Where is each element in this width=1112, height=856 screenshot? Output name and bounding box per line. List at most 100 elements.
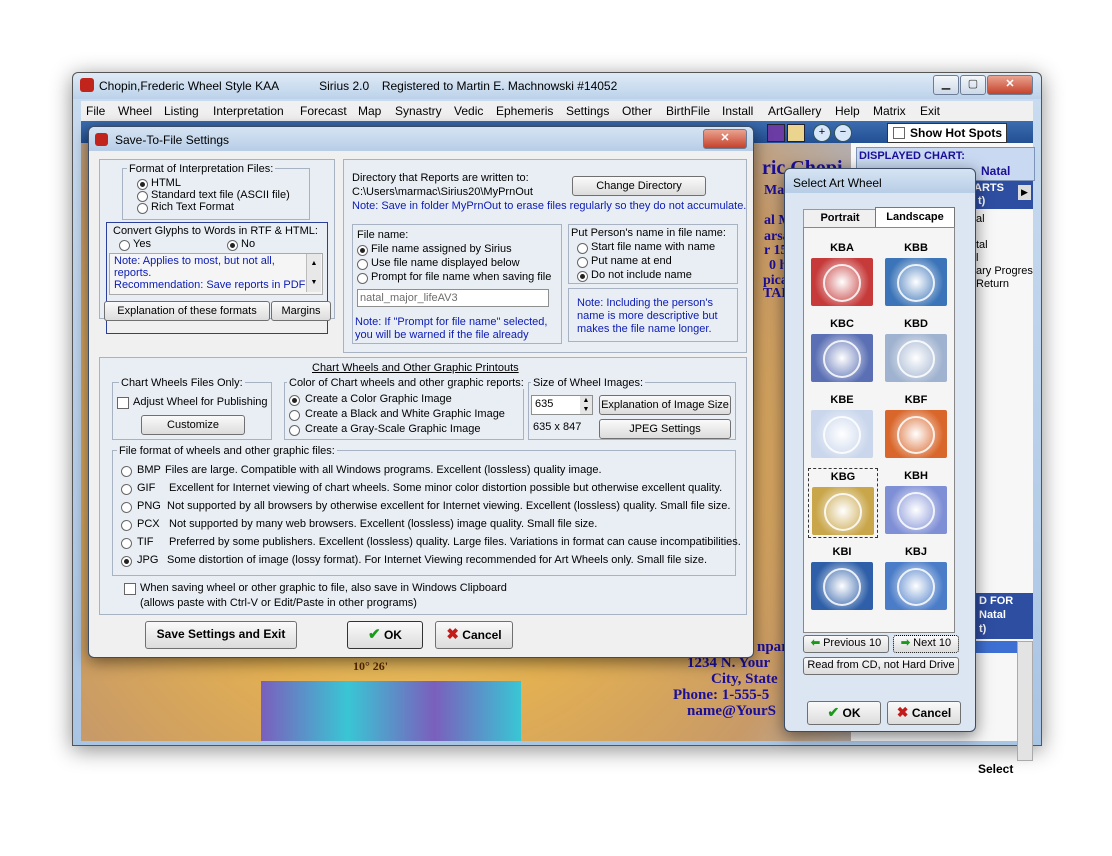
next-10-button[interactable]: ➡ Next 10	[893, 635, 959, 653]
person-none-radio[interactable]	[577, 271, 588, 282]
format-tif-ext[interactable]: TIF	[137, 536, 154, 548]
format-pcx-ext[interactable]: PCX	[137, 518, 160, 530]
convert-yes-radio[interactable]	[119, 240, 130, 251]
person-none-label[interactable]: Do not include name	[591, 269, 692, 281]
explanation-formats-button[interactable]: Explanation of these formats	[104, 301, 270, 321]
adjust-wheel-checkbox[interactable]	[117, 397, 129, 409]
format-gif-ext[interactable]: GIF	[137, 482, 155, 494]
person-end-radio[interactable]	[577, 257, 588, 268]
art-cancel-button[interactable]: ✖ Cancel	[887, 701, 961, 725]
art-ok-button[interactable]: ✔ OK	[807, 701, 881, 725]
chart-list-item[interactable]: Return	[976, 278, 1009, 290]
format-jpg-radio[interactable]	[121, 556, 132, 567]
art-wheel-kbc[interactable]: KBC	[808, 316, 876, 384]
art-wheel-kbh[interactable]: KBH	[882, 468, 950, 536]
person-start-label[interactable]: Start file name with name	[591, 241, 715, 253]
art-wheel-thumbnail[interactable]	[811, 334, 873, 382]
file-name-input[interactable]: natal_major_lifeAV3	[357, 289, 549, 307]
clipboard-checkbox[interactable]	[124, 583, 136, 595]
file-name-displayed-radio[interactable]	[357, 259, 368, 270]
file-name-assigned-radio[interactable]	[357, 245, 368, 256]
color-image-radio[interactable]	[289, 395, 300, 406]
menu-help[interactable]: Help	[835, 104, 860, 118]
chart-type-icon[interactable]	[767, 124, 785, 142]
art-wheel-thumbnail[interactable]	[885, 410, 947, 458]
image-size-value[interactable]: 635	[535, 398, 553, 410]
list-scrollbar[interactable]	[1017, 641, 1033, 761]
format-png-radio[interactable]	[121, 502, 132, 513]
zoom-out-icon[interactable]: −	[834, 124, 852, 142]
person-end-label[interactable]: Put name at end	[591, 255, 672, 267]
customize-button[interactable]: Customize	[141, 415, 245, 435]
art-wheel-thumbnail[interactable]	[885, 334, 947, 382]
save-dialog-ok-button[interactable]: ✔ OK	[347, 621, 423, 649]
read-from-cd-button[interactable]: Read from CD, not Hard Drive	[803, 657, 959, 675]
file-name-prompt-label[interactable]: Prompt for file name when saving file	[371, 271, 551, 283]
spin-arrows-icon[interactable]: ▲ ▼	[580, 396, 592, 414]
color-image-label[interactable]: Create a Color Graphic Image	[305, 393, 452, 405]
close-button[interactable]: ✕	[987, 75, 1033, 95]
art-wheel-kbi[interactable]: KBI	[808, 544, 876, 612]
art-wheel-kbj[interactable]: KBJ	[882, 544, 950, 612]
note-scrollbar[interactable]: ▲ ▼	[306, 254, 321, 292]
change-directory-button[interactable]: Change Directory	[572, 176, 706, 196]
show-hot-spots-checkbox[interactable]	[893, 127, 905, 139]
explain-size-button[interactable]: Explanation of Image Size	[599, 395, 731, 415]
art-wheel-thumbnail[interactable]	[811, 258, 873, 306]
image-size-stepper[interactable]: 635 ▲ ▼	[531, 395, 593, 415]
convert-yes-label[interactable]: Yes	[133, 238, 151, 250]
minimize-button[interactable]: ▁	[933, 75, 959, 95]
menu-wheel[interactable]: Wheel	[118, 104, 152, 118]
chart-list-item[interactable]: tal	[976, 239, 988, 251]
menu-map[interactable]: Map	[358, 104, 381, 118]
art-wheel-kbg[interactable]: KBG	[808, 468, 878, 538]
menu-install[interactable]: Install	[722, 104, 753, 118]
art-wheel-thumbnail[interactable]	[811, 410, 873, 458]
file-name-assigned-label[interactable]: File name assigned by Sirius	[371, 243, 512, 255]
file-name-displayed-label[interactable]: Use file name displayed below	[371, 257, 520, 269]
chart-list-item[interactable]: ary Progres	[976, 265, 1033, 277]
menu-interpretation[interactable]: Interpretation	[213, 104, 284, 118]
convert-no-radio[interactable]	[227, 240, 238, 251]
margins-button[interactable]: Margins	[271, 301, 331, 321]
menu-settings[interactable]: Settings	[566, 104, 609, 118]
menu-artgallery[interactable]: ArtGallery	[768, 104, 821, 118]
format-jpg-ext[interactable]: JPG	[137, 554, 158, 566]
scroll-right-button[interactable]: ▶	[1018, 185, 1031, 200]
format-bmp-radio[interactable]	[121, 466, 132, 477]
menu-birthfile[interactable]: BirthFile	[666, 104, 710, 118]
format-ascii-label[interactable]: Standard text file (ASCII file)	[151, 189, 290, 201]
zoom-in-icon[interactable]: +	[813, 124, 831, 142]
format-ascii-radio[interactable]	[137, 191, 148, 202]
format-html-label[interactable]: HTML	[151, 177, 181, 189]
bw-image-radio[interactable]	[289, 410, 300, 421]
format-rtf-radio[interactable]	[137, 203, 148, 214]
format-png-ext[interactable]: PNG	[137, 500, 161, 512]
convert-no-label[interactable]: No	[241, 238, 255, 250]
art-wheel-kba[interactable]: KBA	[808, 240, 876, 308]
file-name-prompt-radio[interactable]	[357, 273, 368, 284]
art-wheel-thumbnail[interactable]	[885, 258, 947, 306]
format-gif-radio[interactable]	[121, 484, 132, 495]
menu-forecast[interactable]: Forecast	[300, 104, 347, 118]
format-rtf-label[interactable]: Rich Text Format	[151, 201, 234, 213]
show-hot-spots-toggle[interactable]: Show Hot Spots	[887, 123, 1007, 143]
art-wheel-kbe[interactable]: KBE	[808, 392, 876, 460]
tab-landscape[interactable]: Landscape	[875, 207, 955, 228]
menu-matrix[interactable]: Matrix	[873, 104, 906, 118]
chart-list-item[interactable]: al	[976, 213, 985, 225]
save-dialog-cancel-button[interactable]: ✖ Cancel	[435, 621, 513, 649]
save-dialog-close-button[interactable]: ✕	[703, 129, 747, 149]
menu-listing[interactable]: Listing	[164, 104, 199, 118]
previous-10-button[interactable]: ⬅ Previous 10	[803, 635, 889, 653]
select-label[interactable]: Select	[978, 762, 1013, 776]
menu-file[interactable]: File	[86, 104, 105, 118]
person-start-radio[interactable]	[577, 243, 588, 254]
jpeg-settings-button[interactable]: JPEG Settings	[599, 419, 731, 439]
art-wheel-thumbnail[interactable]	[885, 486, 947, 534]
maximize-button[interactable]: ▢	[960, 75, 986, 95]
save-settings-exit-button[interactable]: Save Settings and Exit	[145, 621, 297, 649]
format-tif-radio[interactable]	[121, 538, 132, 549]
format-pcx-radio[interactable]	[121, 520, 132, 531]
chart-list-item[interactable]: l	[976, 252, 978, 264]
